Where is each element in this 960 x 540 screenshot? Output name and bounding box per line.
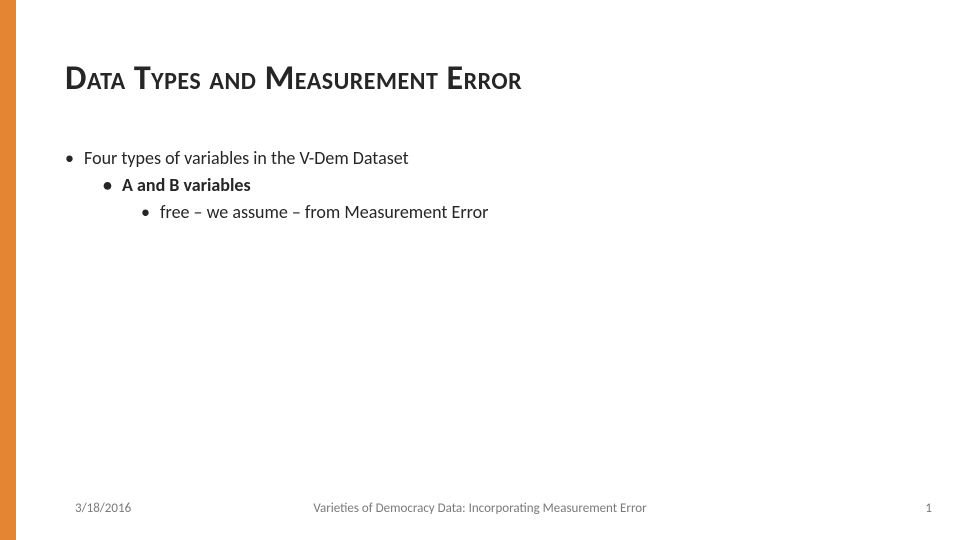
slide-content: Four types of variables in the V-Dem Dat… [65, 145, 488, 226]
footer-page-number: 1 [925, 501, 932, 516]
bullet-level-3: free – we assume – from Measurement Erro… [141, 199, 488, 226]
bullet-level-1: Four types of variables in the V-Dem Dat… [65, 145, 488, 172]
accent-bar [0, 0, 16, 540]
footer-title: Varieties of Democracy Data: Incorporati… [0, 501, 960, 516]
slide: Data Types and Measurement Error Four ty… [0, 0, 960, 540]
slide-title: Data Types and Measurement Error [65, 58, 522, 99]
bullet-level-2: A and B variables [103, 172, 488, 199]
